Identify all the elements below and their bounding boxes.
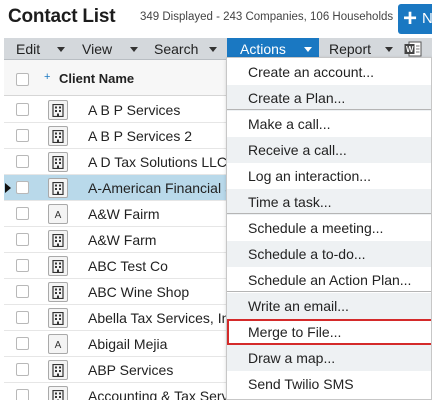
menu-item-schedule-a-meeting[interactable]: Schedule a meeting... [227, 215, 431, 241]
client-name[interactable]: A D Tax Solutions LLC [88, 154, 227, 170]
menu-item-merge-to-file[interactable]: Merge to File... [227, 319, 431, 345]
row-checkbox[interactable] [16, 337, 29, 350]
chevron-down-icon [385, 47, 393, 52]
client-name[interactable]: ABC Test Co [88, 258, 168, 274]
menu-separator [227, 109, 431, 110]
menu-item-schedule-an-action-plan[interactable]: Schedule an Action Plan... [227, 267, 431, 293]
client-name[interactable]: A-American Financial S [88, 180, 234, 196]
record-count-summary: 349 Displayed - 243 Companies, 106 House… [140, 11, 394, 23]
menu-item-create-an-account[interactable]: Create an account... [227, 59, 431, 85]
client-name[interactable]: ABP Services [88, 362, 173, 378]
row-checkbox[interactable] [16, 389, 29, 400]
client-name[interactable]: ABC Wine Shop [88, 284, 189, 300]
company-building-icon [48, 308, 68, 328]
word-icon[interactable]: W [404, 41, 422, 57]
chevron-down-icon [209, 47, 217, 52]
client-name[interactable]: A B P Services 2 [88, 128, 192, 144]
column-header-client-name[interactable]: Client Name [59, 71, 134, 86]
menu-edit-label: Edit [16, 41, 41, 57]
row-checkbox[interactable] [16, 311, 29, 324]
page-header: Contact List 349 Displayed - 243 Compani… [0, 0, 432, 37]
actions-dropdown-menu: Create an account... Create a Plan... Make… [226, 57, 432, 400]
row-checkbox[interactable] [16, 233, 29, 246]
menu-item-write-an-email[interactable]: Write an email... [227, 293, 431, 319]
menu-separator [227, 291, 431, 292]
current-row-indicator-icon [5, 183, 11, 193]
company-building-icon [48, 126, 68, 146]
new-button[interactable]: + N [398, 4, 432, 34]
company-building-icon [48, 282, 68, 302]
sort-ascending-icon[interactable]: + [44, 71, 50, 83]
household-icon: A [48, 334, 68, 354]
row-checkbox[interactable] [16, 129, 29, 142]
client-name[interactable]: Abella Tax Services, Inc [88, 310, 236, 326]
row-checkbox[interactable] [16, 259, 29, 272]
menu-search[interactable]: Search [147, 38, 227, 60]
menu-edit[interactable]: Edit [4, 38, 74, 60]
menu-item-create-a-plan[interactable]: Create a Plan... [227, 85, 431, 111]
row-checkbox[interactable] [16, 285, 29, 298]
company-building-icon [48, 230, 68, 250]
menu-separator [227, 213, 431, 214]
svg-text:W: W [406, 45, 414, 54]
row-checkbox[interactable] [16, 363, 29, 376]
new-button-label: N [422, 10, 432, 27]
company-building-icon [48, 360, 68, 380]
menu-item-draw-a-map[interactable]: Draw a map... [227, 345, 431, 371]
household-icon: A [48, 204, 68, 224]
company-building-icon [48, 152, 68, 172]
row-checkbox[interactable] [16, 181, 29, 194]
company-building-icon [48, 256, 68, 276]
company-building-icon [48, 386, 68, 400]
menu-item-receive-a-call[interactable]: Receive a call... [227, 137, 431, 163]
row-checkbox[interactable] [16, 207, 29, 220]
chevron-down-icon [57, 47, 65, 52]
row-checkbox[interactable] [16, 155, 29, 168]
row-checkbox[interactable] [16, 103, 29, 116]
menu-view-label: View [82, 41, 113, 57]
page-title: Contact List [8, 6, 116, 27]
menu-item-send-twilio-sms[interactable]: Send Twilio SMS [227, 371, 431, 397]
plus-icon: + [403, 5, 418, 32]
client-name[interactable]: Abigail Mejia [88, 336, 167, 352]
menu-item-time-a-task[interactable]: Time a task... [227, 189, 431, 215]
menu-item-log-an-interaction[interactable]: Log an interaction... [227, 163, 431, 189]
menu-item-schedule-a-to-do[interactable]: Schedule a to-do... [227, 241, 431, 267]
client-name[interactable]: A&W Farm [88, 232, 156, 248]
client-name[interactable]: A&W Fairm [88, 206, 160, 222]
chevron-down-icon [304, 47, 312, 52]
client-name[interactable]: A B P Services [88, 102, 180, 118]
company-building-icon [48, 178, 68, 198]
menu-item-make-a-call[interactable]: Make a call... [227, 111, 431, 137]
select-all-checkbox[interactable] [16, 73, 29, 86]
menu-view[interactable]: View [74, 38, 147, 60]
menu-search-label: Search [154, 41, 199, 57]
chevron-down-icon [130, 47, 138, 52]
company-building-icon [48, 100, 68, 120]
